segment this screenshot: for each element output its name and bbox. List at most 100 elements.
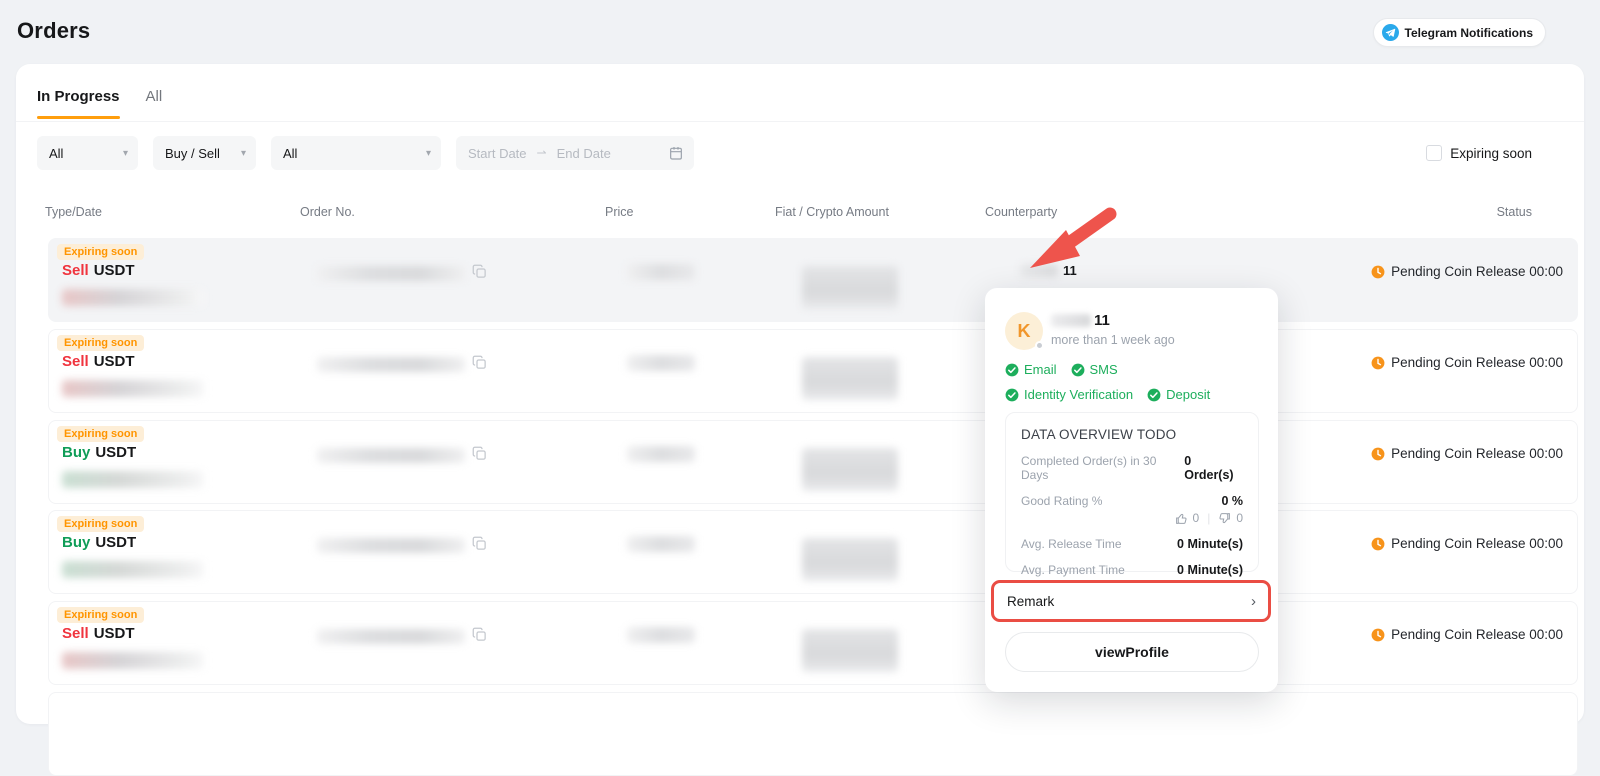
tabs-divider: [16, 121, 1584, 122]
tab-in-progress[interactable]: In Progress: [37, 88, 120, 119]
order-status: Pending Coin Release 00:00: [1371, 627, 1563, 642]
side-label: Sell: [62, 353, 89, 370]
side-filter-dropdown[interactable]: Buy / Sell ▾: [153, 136, 256, 170]
clock-icon: [1371, 265, 1385, 279]
orders-card: In Progress All All ▾ Buy / Sell ▾ All ▾…: [16, 64, 1584, 724]
asset-label: USDT: [95, 444, 136, 461]
order-number-redacted: [317, 538, 465, 553]
date-arrow-icon: ⇀: [537, 146, 547, 160]
expiring-soon-label: Expiring soon: [1450, 146, 1532, 161]
asset-label: USDT: [94, 625, 135, 642]
copy-icon[interactable]: [472, 627, 487, 642]
end-date-placeholder: End Date: [557, 146, 611, 161]
tab-all[interactable]: All: [146, 88, 163, 119]
order-date-redacted: [62, 471, 204, 488]
view-profile-button[interactable]: viewProfile: [1005, 632, 1259, 672]
order-date-redacted: [62, 561, 204, 578]
col-counterparty: Counterparty: [985, 205, 1057, 219]
side-label: Sell: [62, 625, 89, 642]
order-date-redacted: [62, 380, 204, 397]
sms-verified-badge: SMS: [1071, 362, 1118, 377]
thumbs-down-icon: [1218, 512, 1231, 525]
start-date-placeholder: Start Date: [468, 146, 527, 161]
table-row[interactable]: Expiring soon BuyUSDT Pending Coin Relea…: [48, 510, 1578, 594]
data-overview-title: DATA OVERVIEW TODO: [1021, 427, 1243, 442]
completed-orders-row: Completed Order(s) in 30 Days 0 Order(s): [1021, 454, 1243, 482]
stat-value: 0 %: [1221, 494, 1243, 508]
counterparty-name-suffix: 11: [1094, 312, 1110, 329]
remark-item[interactable]: Remark ›: [994, 584, 1269, 618]
copy-icon[interactable]: [472, 446, 487, 461]
asset-label: USDT: [94, 353, 135, 370]
expiring-soon-badge: Expiring soon: [57, 426, 144, 442]
col-type-date: Type/Date: [45, 205, 102, 219]
dislikes-count: 0: [1236, 511, 1243, 525]
expiring-soon-badge: Expiring soon: [57, 335, 144, 351]
counterparty-cell[interactable]: 11: [1020, 263, 1077, 278]
side-label: Sell: [62, 262, 89, 279]
divider: |: [1207, 511, 1210, 525]
deposit-badge: Deposit: [1147, 387, 1210, 402]
status-text: Pending Coin Release 00:00: [1391, 355, 1563, 370]
asset-label: USDT: [94, 262, 135, 279]
order-type: BuyUSDT: [62, 444, 136, 461]
avg-payment-time-row: Avg. Payment Time 0 Minute(s): [1021, 563, 1243, 577]
order-number-redacted: [317, 448, 465, 463]
telegram-notifications-button[interactable]: Telegram Notifications: [1373, 18, 1546, 47]
table-row[interactable]: Expiring soon Sell USDT Pending Coin Rele…: [48, 329, 1578, 413]
counterparty-name[interactable]: 11: [1063, 263, 1077, 278]
badge-label: Deposit: [1166, 387, 1210, 402]
clock-icon: [1371, 447, 1385, 461]
price-redacted: [627, 355, 695, 371]
likes-count: 0: [1193, 511, 1200, 525]
side-filter-value: Buy / Sell: [165, 146, 220, 161]
expiring-soon-badge: Expiring soon: [57, 244, 144, 260]
order-status: Pending Coin Release 00:00: [1371, 446, 1563, 461]
stat-label: Completed Order(s) in 30 Days: [1021, 454, 1184, 482]
table-row[interactable]: Expiring soon BuyUSDT Pending Coin Relea…: [48, 420, 1578, 504]
col-price: Price: [605, 205, 633, 219]
type-filter-dropdown[interactable]: All ▾: [37, 136, 138, 170]
chevron-down-icon: ▾: [426, 148, 431, 159]
coin-filter-value: All: [283, 146, 297, 161]
counterparty-name-redacted: [1051, 314, 1091, 327]
table-row[interactable]: [48, 692, 1578, 776]
copy-icon[interactable]: [472, 355, 487, 370]
page-title: Orders: [17, 18, 90, 44]
date-range-picker[interactable]: Start Date ⇀ End Date: [456, 136, 694, 170]
counterparty-popup-name: 11: [1051, 312, 1110, 329]
copy-icon[interactable]: [472, 264, 487, 279]
col-order-no: Order No.: [300, 205, 355, 219]
order-status: Pending Coin Release 00:00: [1371, 536, 1563, 551]
copy-icon[interactable]: [472, 536, 487, 551]
counterparty-popup: K 11 more than 1 week ago Email SMS Iden…: [985, 288, 1278, 692]
calendar-icon: [668, 145, 684, 161]
order-date-redacted: [62, 289, 204, 306]
telegram-button-label: Telegram Notifications: [1405, 26, 1533, 40]
expiring-soon-checkbox[interactable]: [1426, 145, 1442, 161]
chevron-down-icon: ▾: [241, 148, 246, 159]
col-status: Status: [1497, 205, 1532, 219]
clock-icon: [1371, 356, 1385, 370]
stat-label: Avg. Payment Time: [1021, 563, 1125, 577]
counterparty-name-redacted: [1020, 264, 1058, 277]
badge-label: Email: [1024, 362, 1057, 377]
remark-label: Remark: [1007, 594, 1054, 609]
status-text: Pending Coin Release 00:00: [1391, 264, 1563, 279]
expiring-soon-filter[interactable]: Expiring soon: [1426, 145, 1532, 161]
avg-release-time-row: Avg. Release Time 0 Minute(s): [1021, 537, 1243, 551]
table-row[interactable]: Expiring soon Sell USDT 11 Pending Coin R…: [48, 238, 1578, 322]
order-number-redacted: [317, 629, 465, 644]
thumbs-up-icon: [1175, 512, 1188, 525]
order-type: Sell USDT: [62, 262, 135, 279]
order-number-redacted: [317, 266, 465, 281]
table-row[interactable]: Expiring soon SellUSDT Pending Coin Rele…: [48, 601, 1578, 685]
chevron-right-icon: ›: [1251, 593, 1256, 610]
side-label: Buy: [62, 534, 90, 551]
check-circle-icon: [1147, 388, 1161, 402]
chevron-down-icon: ▾: [123, 148, 128, 159]
check-circle-icon: [1005, 388, 1019, 402]
data-overview-panel: DATA OVERVIEW TODO Completed Order(s) in…: [1005, 412, 1259, 572]
col-fiat-crypto: Fiat / Crypto Amount: [775, 205, 889, 219]
coin-filter-dropdown[interactable]: All ▾: [271, 136, 441, 170]
